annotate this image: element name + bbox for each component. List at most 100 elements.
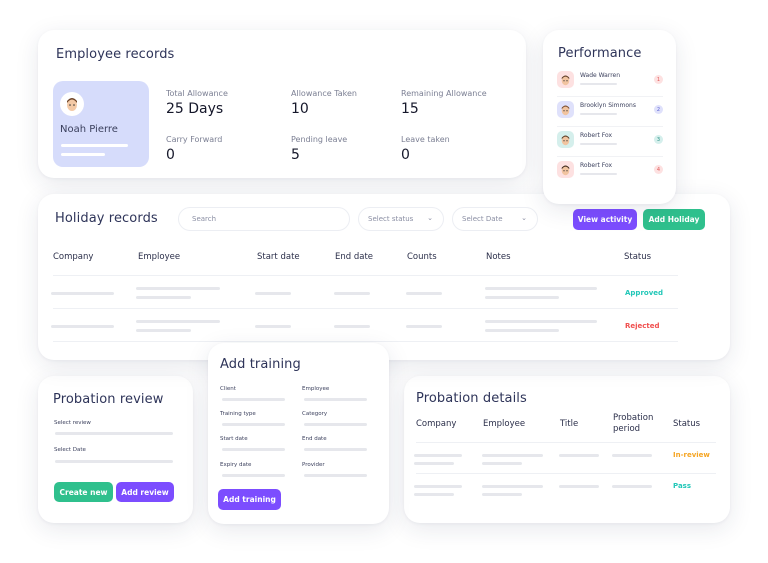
- search-input[interactable]: Search: [178, 207, 350, 231]
- performance-item[interactable]: Robert Fox 4: [557, 161, 663, 185]
- stat-value: 5: [291, 147, 300, 163]
- man-avatar-icon: [557, 71, 574, 88]
- expiry-date-input[interactable]: [222, 474, 285, 477]
- column-header: Notes: [486, 252, 511, 262]
- divider: [416, 473, 716, 474]
- stat-label: Remaining Allowance: [401, 89, 487, 98]
- placeholder-bar: [61, 153, 105, 156]
- stat-value: 0: [401, 147, 410, 163]
- performance-title: Performance: [558, 46, 642, 61]
- person-name: Brooklyn Simmons: [580, 102, 636, 109]
- field-label: Client: [220, 386, 236, 392]
- placeholder-bar: [580, 113, 617, 115]
- rank-badge: 2: [654, 105, 663, 114]
- stat-label: Total Allowance: [166, 89, 228, 98]
- select-review-input[interactable]: [55, 432, 173, 435]
- chevron-down-icon: ⌄: [521, 214, 527, 222]
- stat-remaining-allowance: Remaining Allowance 15: [401, 89, 487, 117]
- stat-label: Leave taken: [401, 135, 450, 144]
- placeholder-bar: [580, 143, 617, 145]
- performance-card: Performance Wade Warren 1 Brooklyn Simmons…: [543, 30, 676, 204]
- rank-badge: 3: [654, 135, 663, 144]
- divider: [53, 308, 678, 309]
- date-select-value: Select Date: [462, 215, 503, 223]
- end-date-input[interactable]: [304, 448, 367, 451]
- status-pass: Pass: [673, 482, 691, 490]
- column-header: End date: [335, 252, 374, 262]
- provider-input[interactable]: [304, 474, 367, 477]
- start-date-input[interactable]: [222, 448, 285, 451]
- create-new-button[interactable]: Create new: [54, 482, 113, 502]
- rank-badge: 4: [654, 165, 663, 174]
- select-date-input[interactable]: [55, 460, 173, 463]
- stat-label: Carry Forward: [166, 135, 223, 144]
- probation-review-title: Probation review: [53, 392, 164, 407]
- divider: [557, 156, 663, 157]
- employee-records-title: Employee records: [56, 47, 175, 62]
- stat-carry-forward: Carry Forward 0: [166, 135, 222, 163]
- stat-total-allowance: Total Allowance 25 Days: [166, 89, 228, 117]
- placeholder-bar: [61, 144, 128, 147]
- stat-label: Allowance Taken: [291, 89, 357, 98]
- holiday-records-title: Holiday records: [55, 211, 158, 226]
- status-in-review: In-review: [673, 451, 710, 459]
- field-label: Select Date: [54, 447, 86, 453]
- employee-input[interactable]: [304, 398, 367, 401]
- field-label: Select review: [54, 420, 91, 426]
- field-label: End date: [302, 436, 327, 442]
- column-header: Employee: [483, 419, 526, 429]
- training-type-input[interactable]: [222, 423, 285, 426]
- rank-badge: 1: [654, 75, 663, 84]
- column-header: Title: [560, 419, 579, 429]
- column-header: Probation period: [613, 413, 654, 434]
- stat-allowance-taken: Allowance Taken 10: [291, 89, 357, 117]
- status-select[interactable]: Select status ⌄: [358, 207, 444, 231]
- date-select[interactable]: Select Date ⌄: [452, 207, 538, 231]
- stat-value: 10: [291, 101, 309, 117]
- stat-value: 25 Days: [166, 101, 224, 117]
- divider: [557, 96, 663, 97]
- search-placeholder: Search: [192, 215, 217, 223]
- person-name: Robert Fox: [580, 162, 613, 169]
- column-header: Company: [53, 252, 94, 262]
- field-label: Category: [302, 411, 328, 417]
- column-header: Start date: [257, 252, 300, 262]
- field-label: Provider: [302, 462, 325, 468]
- woman-avatar-icon: [557, 101, 574, 118]
- divider: [416, 442, 716, 443]
- performance-item[interactable]: Wade Warren 1: [557, 71, 663, 97]
- add-review-button[interactable]: Add review: [116, 482, 174, 502]
- add-training-button[interactable]: Add training: [218, 489, 281, 510]
- column-header: Company: [416, 419, 457, 429]
- employee-name: Noah Pierre: [60, 124, 118, 135]
- chevron-down-icon: ⌄: [427, 214, 433, 222]
- view-activity-button[interactable]: View activity: [573, 209, 637, 230]
- holiday-records-card: Holiday records Search Select status ⌄ S…: [38, 194, 730, 360]
- divider: [53, 341, 678, 342]
- placeholder-bar: [580, 173, 617, 175]
- field-label: Training type: [220, 411, 256, 417]
- column-header: Status: [624, 252, 652, 262]
- column-header: Counts: [407, 252, 437, 262]
- client-input[interactable]: [222, 398, 285, 401]
- man-avatar-icon: [557, 131, 574, 148]
- probation-review-card: Probation review Select review Select Da…: [38, 376, 193, 523]
- performance-item[interactable]: Brooklyn Simmons 2: [557, 101, 663, 127]
- column-header: Status: [673, 419, 701, 429]
- person-name: Robert Fox: [580, 132, 613, 139]
- placeholder-bar: [580, 83, 617, 85]
- category-input[interactable]: [304, 423, 367, 426]
- employee-records-card: Employee records Noah Pierre Total Allow…: [38, 30, 526, 178]
- column-header: Employee: [138, 252, 181, 262]
- stat-leave-taken: Leave taken 0: [401, 135, 450, 163]
- field-label: Expiry date: [220, 462, 252, 468]
- employee-profile-card[interactable]: Noah Pierre: [53, 81, 149, 167]
- stat-label: Pending leave: [291, 135, 348, 144]
- status-select-value: Select status: [368, 215, 414, 223]
- man-avatar-icon: [60, 92, 84, 116]
- add-holiday-button[interactable]: Add Holiday: [643, 209, 705, 230]
- field-label: Start date: [220, 436, 248, 442]
- status-approved: Approved: [625, 289, 664, 297]
- field-label: Employee: [302, 386, 330, 392]
- performance-item[interactable]: Robert Fox 3: [557, 131, 663, 157]
